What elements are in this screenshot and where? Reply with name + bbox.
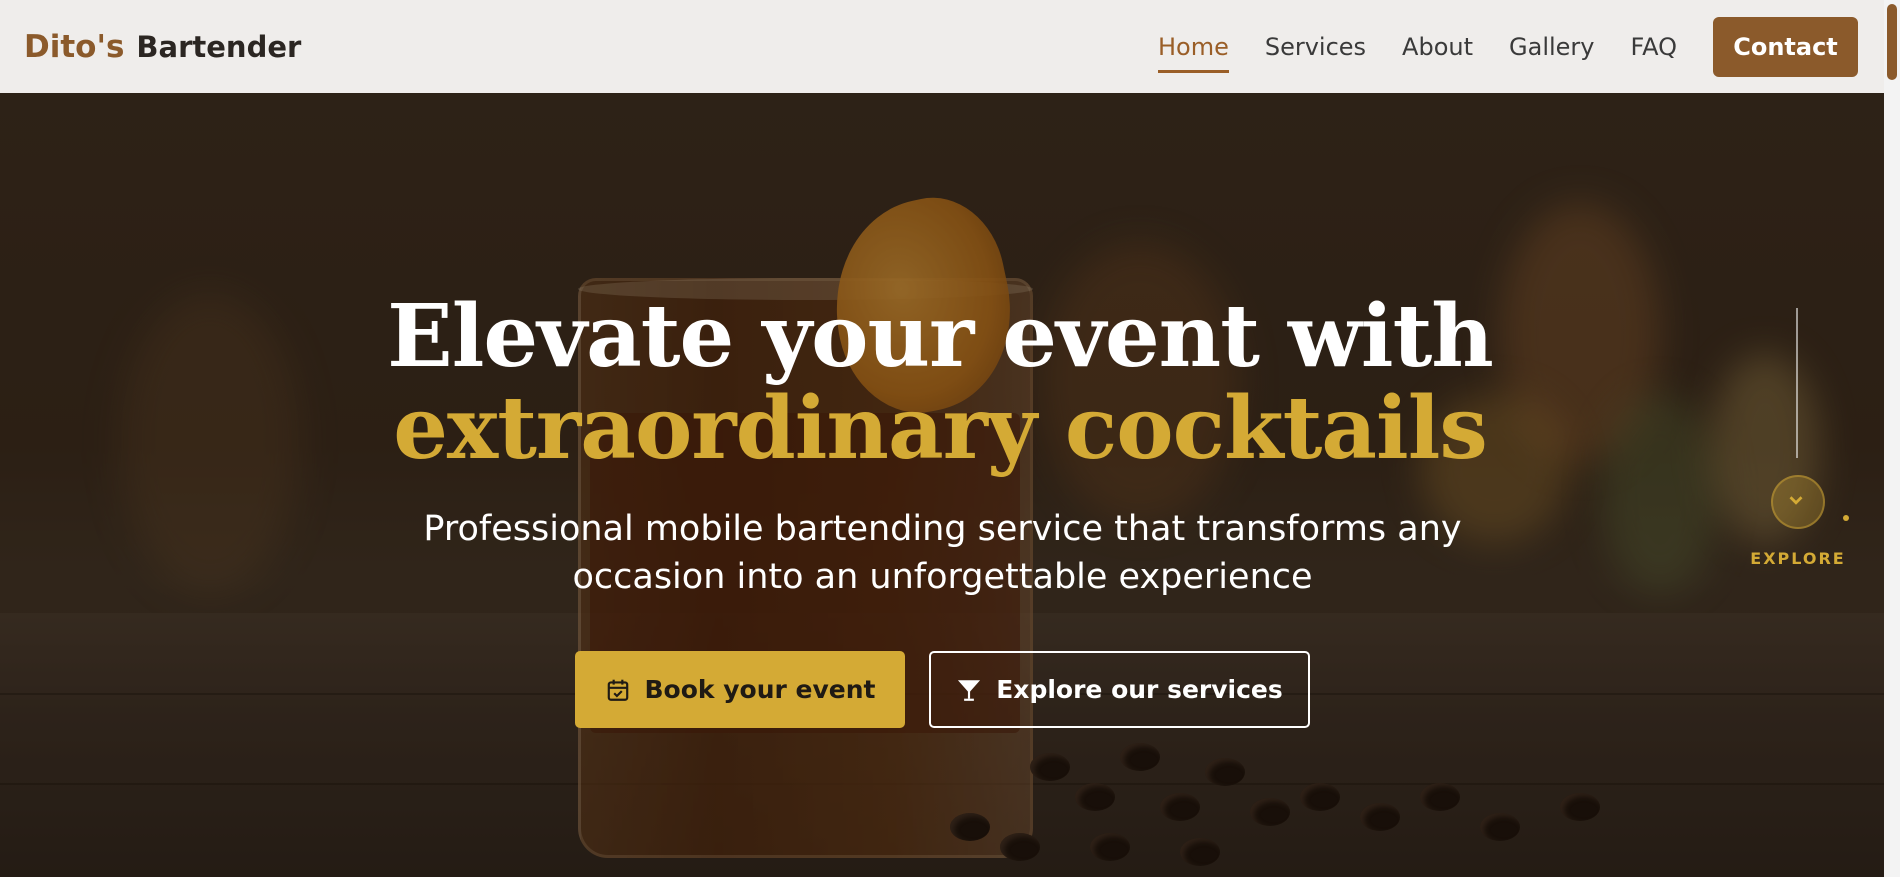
explore-services-button[interactable]: Explore our services xyxy=(929,651,1310,728)
hero-section: Elevate your event with extraordinary co… xyxy=(0,93,1884,877)
scrollbar-thumb[interactable] xyxy=(1887,4,1897,80)
cocktail-glass-icon xyxy=(956,677,982,703)
brand-accent-text: Dito's xyxy=(24,28,125,65)
scroll-down-button[interactable] xyxy=(1771,475,1825,529)
nav-link-about[interactable]: About xyxy=(1402,27,1473,67)
page-scrollbar[interactable] xyxy=(1884,0,1900,877)
explore-services-label: Explore our services xyxy=(996,675,1283,704)
headline-accent: extraordinary cocktails xyxy=(393,378,1488,479)
nav-link-services[interactable]: Services xyxy=(1265,27,1366,67)
calendar-check-icon xyxy=(605,677,631,703)
nav-link-gallery[interactable]: Gallery xyxy=(1509,27,1594,67)
scroll-explore-label: EXPLORE xyxy=(1750,549,1846,568)
book-event-label: Book your event xyxy=(644,675,876,704)
book-event-button[interactable]: Book your event xyxy=(575,651,905,728)
scroll-indicator-line xyxy=(1796,308,1798,458)
site-header: Dito's Bartender Home Services About Gal… xyxy=(0,0,1884,93)
headline-plain: Elevate your event with xyxy=(387,286,1494,387)
hero-subtitle: Professional mobile bartending service t… xyxy=(423,509,1462,597)
brand-logo[interactable]: Dito's Bartender xyxy=(24,29,301,65)
hero-content: Elevate your event with extraordinary co… xyxy=(0,93,1884,877)
hero-headline: Elevate your event with extraordinary co… xyxy=(130,291,1750,475)
contact-button[interactable]: Contact xyxy=(1713,16,1858,77)
nav-link-home[interactable]: Home xyxy=(1157,27,1229,73)
brand-main-text: Bartender xyxy=(136,29,302,64)
chevron-down-icon xyxy=(1785,489,1811,515)
nav-link-faq[interactable]: FAQ xyxy=(1631,27,1678,67)
main-nav: Home Services About Gallery FAQ Contact xyxy=(1122,0,1858,93)
scroll-indicator-dot xyxy=(1843,515,1849,521)
